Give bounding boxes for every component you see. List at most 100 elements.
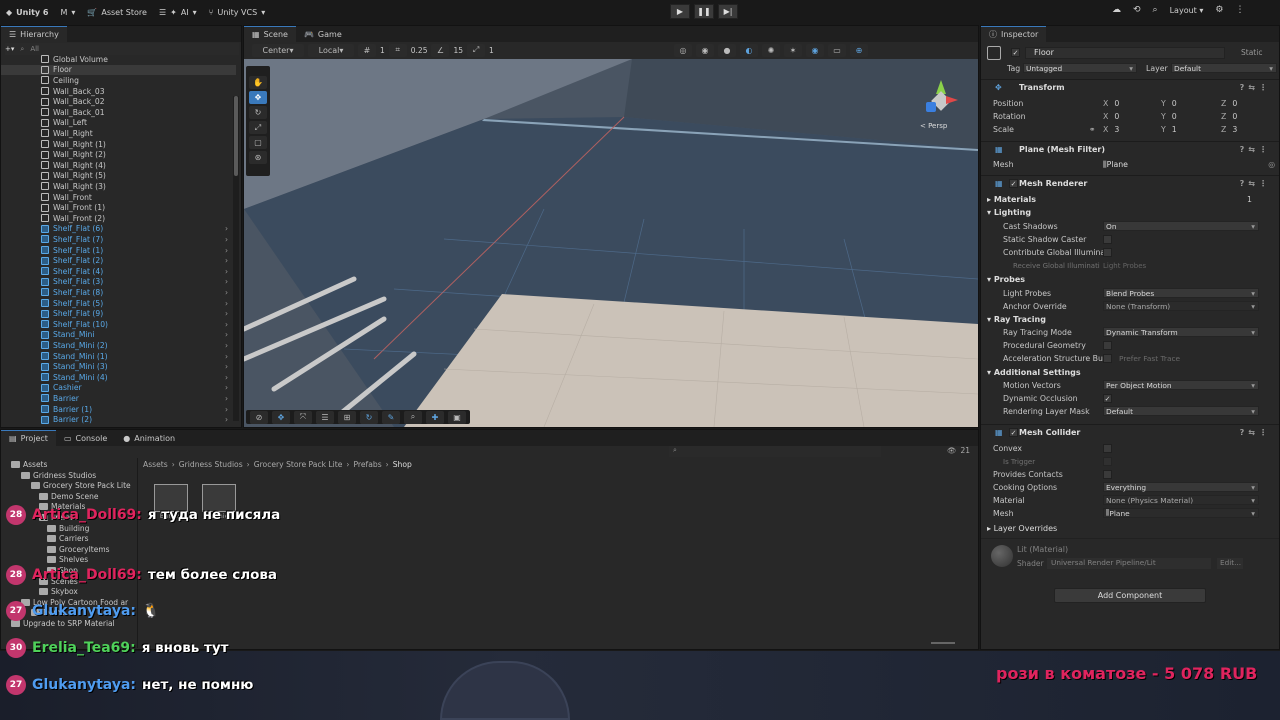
- visibility-icon[interactable]: ◉: [806, 43, 824, 57]
- hierarchy-item[interactable]: Barrier (2) ›: [1, 414, 228, 425]
- project-folder[interactable]: GroceryItems: [47, 545, 110, 554]
- lighting-foldout[interactable]: ▾ Lighting: [987, 208, 1031, 217]
- probes-foldout[interactable]: ▾ Probes: [987, 275, 1025, 284]
- ai-button[interactable]: ☰ ✦ AI ▾: [153, 3, 203, 21]
- chevron-right-icon[interactable]: ›: [225, 320, 228, 329]
- hierarchy-item[interactable]: Stand_Mini (4) ›: [1, 372, 228, 383]
- rotate-tool-icon[interactable]: ↻: [249, 106, 267, 119]
- hierarchy-item[interactable]: Shelf_Flat (9) ›: [1, 308, 228, 319]
- chevron-right-icon[interactable]: ›: [225, 309, 228, 318]
- project-folder[interactable]: Assets: [11, 460, 47, 469]
- zoom-icon[interactable]: ⌕: [404, 410, 422, 424]
- static-shadow-checkbox[interactable]: [1103, 235, 1112, 244]
- convex-checkbox[interactable]: [1103, 444, 1112, 453]
- chevron-right-icon[interactable]: ›: [225, 341, 228, 350]
- search-icon[interactable]: ⌕: [1153, 5, 1158, 15]
- breadcrumb-item[interactable]: Gridness Studios: [179, 460, 243, 469]
- tab-hierarchy[interactable]: ☰ Hierarchy: [1, 26, 67, 42]
- rotate-icon[interactable]: ↻: [360, 410, 378, 424]
- component-menu-icon[interactable]: ?⇆⋮: [1240, 83, 1271, 92]
- hand-tool-icon[interactable]: ✋: [249, 76, 267, 89]
- active-checkbox[interactable]: ✓: [1011, 48, 1020, 57]
- orbit-icon[interactable]: ⊘: [250, 410, 268, 424]
- move-tool-icon[interactable]: ✥: [249, 91, 267, 104]
- static-toggle[interactable]: Static: [1241, 48, 1262, 57]
- mesh-field[interactable]: ⫼Plane: [1103, 160, 1128, 170]
- tab-console[interactable]: ▭ Console: [56, 430, 115, 446]
- hierarchy-item[interactable]: Stand_Mini (2) ›: [1, 340, 228, 351]
- breadcrumb-item[interactable]: Assets: [143, 460, 168, 469]
- chevron-right-icon[interactable]: ›: [225, 235, 228, 244]
- rotation-x[interactable]: X0: [1103, 112, 1119, 121]
- pan-icon[interactable]: ✚: [426, 410, 444, 424]
- tab-scene[interactable]: ▦ Scene: [244, 26, 296, 42]
- tab-project[interactable]: ▤ Project: [1, 430, 56, 446]
- layer-dropdown[interactable]: Default: [1171, 63, 1277, 73]
- light-probes-dropdown[interactable]: Blend Probes: [1103, 288, 1259, 298]
- scene-gizmo[interactable]: < Persp: [916, 74, 972, 134]
- transform-header[interactable]: ✥ Transform ?⇆⋮: [981, 79, 1279, 95]
- meshfilter-header[interactable]: ▦ Plane (Mesh Filter) ?⇆⋮: [981, 141, 1279, 157]
- gizmos-dropdown[interactable]: ⊕: [850, 43, 868, 57]
- hierarchy-item[interactable]: Shelf_Flat (7) ›: [1, 234, 228, 245]
- motion-vectors-dropdown[interactable]: Per Object Motion: [1103, 380, 1259, 390]
- scale-y[interactable]: Y1: [1161, 125, 1177, 134]
- component-menu-icon[interactable]: ?⇆⋮: [1240, 145, 1271, 154]
- hierarchy-item[interactable]: Stand_Mini (1) ›: [1, 351, 228, 362]
- chevron-right-icon[interactable]: ›: [225, 277, 228, 286]
- rotation-y[interactable]: Y0: [1161, 112, 1177, 121]
- scale-z[interactable]: Z3: [1221, 125, 1237, 134]
- hierarchy-item[interactable]: Barrier (1) ›: [1, 404, 228, 415]
- brush-icon[interactable]: ✎: [382, 410, 400, 424]
- scale-snap-icon[interactable]: ⤢: [467, 43, 486, 57]
- chevron-right-icon[interactable]: ›: [225, 256, 228, 265]
- collider-mesh-field[interactable]: ⫼ Plane: [1103, 508, 1259, 518]
- hierarchy-item[interactable]: Wall_Right (5): [1, 171, 106, 182]
- hierarchy-item[interactable]: Wall_Right (1): [1, 139, 106, 150]
- chevron-right-icon[interactable]: ›: [225, 383, 228, 392]
- chevron-right-icon[interactable]: ›: [225, 362, 228, 371]
- hierarchy-item[interactable]: Shelf_Flat (1) ›: [1, 245, 228, 256]
- transform-tool-icon[interactable]: ⊛: [249, 151, 267, 164]
- lighting-icon[interactable]: ◐: [740, 43, 758, 57]
- gizmo-icon[interactable]: ◎: [674, 43, 692, 57]
- breadcrumb-item[interactable]: Prefabs: [353, 460, 381, 469]
- link-icon[interactable]: ⚭: [1089, 125, 1096, 134]
- layout-dropdown[interactable]: Layout ▾: [1170, 6, 1204, 15]
- snap-value[interactable]: 0.25: [411, 46, 428, 55]
- hierarchy-item[interactable]: Shelf_Flat (3) ›: [1, 277, 228, 288]
- chevron-right-icon[interactable]: ›: [225, 299, 228, 308]
- hierarchy-item[interactable]: Shelf_Flat (5) ›: [1, 298, 228, 309]
- hidden-count[interactable]: 👁 21: [947, 446, 970, 455]
- shaded-icon[interactable]: ●: [718, 43, 736, 57]
- hierarchy-item[interactable]: Wall_Right (2): [1, 149, 106, 160]
- grid-snap-icon[interactable]: ⊞: [338, 410, 356, 424]
- add-component-button[interactable]: Add Component: [1054, 588, 1206, 603]
- persp-label[interactable]: < Persp: [920, 122, 947, 130]
- chevron-right-icon[interactable]: ›: [225, 246, 228, 255]
- hierarchy-item[interactable]: Barrier ›: [1, 393, 228, 404]
- component-menu-icon[interactable]: ?⇆⋮: [1240, 179, 1271, 188]
- grid-icon[interactable]: #: [358, 43, 376, 57]
- project-folder[interactable]: Carriers: [47, 534, 89, 543]
- tab-game[interactable]: 🎮 Game: [296, 26, 350, 42]
- hierarchy-item[interactable]: Shelf_Flat (8) ›: [1, 287, 228, 298]
- project-folder[interactable]: Grocery Store Pack Lite: [31, 481, 131, 490]
- meshrenderer-enabled-checkbox[interactable]: ✓: [1009, 179, 1018, 188]
- chevron-right-icon[interactable]: ›: [225, 330, 228, 339]
- grid-value[interactable]: 1: [380, 46, 385, 55]
- materials-count[interactable]: 1: [1247, 195, 1252, 204]
- position-x[interactable]: X0: [1103, 99, 1119, 108]
- project-folder[interactable]: Gridness Studios: [21, 471, 96, 480]
- rotation-z[interactable]: Z0: [1221, 112, 1237, 121]
- fx-icon[interactable]: ✶: [784, 43, 802, 57]
- hierarchy-scrollbar[interactable]: [233, 96, 239, 421]
- hierarchy-item[interactable]: Shelf_Flat (4) ›: [1, 266, 228, 277]
- history-icon[interactable]: ⟲: [1133, 5, 1141, 15]
- hierarchy-item[interactable]: Shelf_Flat (6) ›: [1, 224, 228, 235]
- raytracing-mode-dropdown[interactable]: Dynamic Transform: [1103, 327, 1259, 337]
- dynamic-occlusion-checkbox[interactable]: ✓: [1103, 394, 1112, 403]
- settings-icon[interactable]: ⚙: [1215, 5, 1223, 15]
- additional-settings-foldout[interactable]: ▾ Additional Settings: [987, 368, 1081, 377]
- hierarchy-item[interactable]: Stand_Mini ›: [1, 330, 228, 341]
